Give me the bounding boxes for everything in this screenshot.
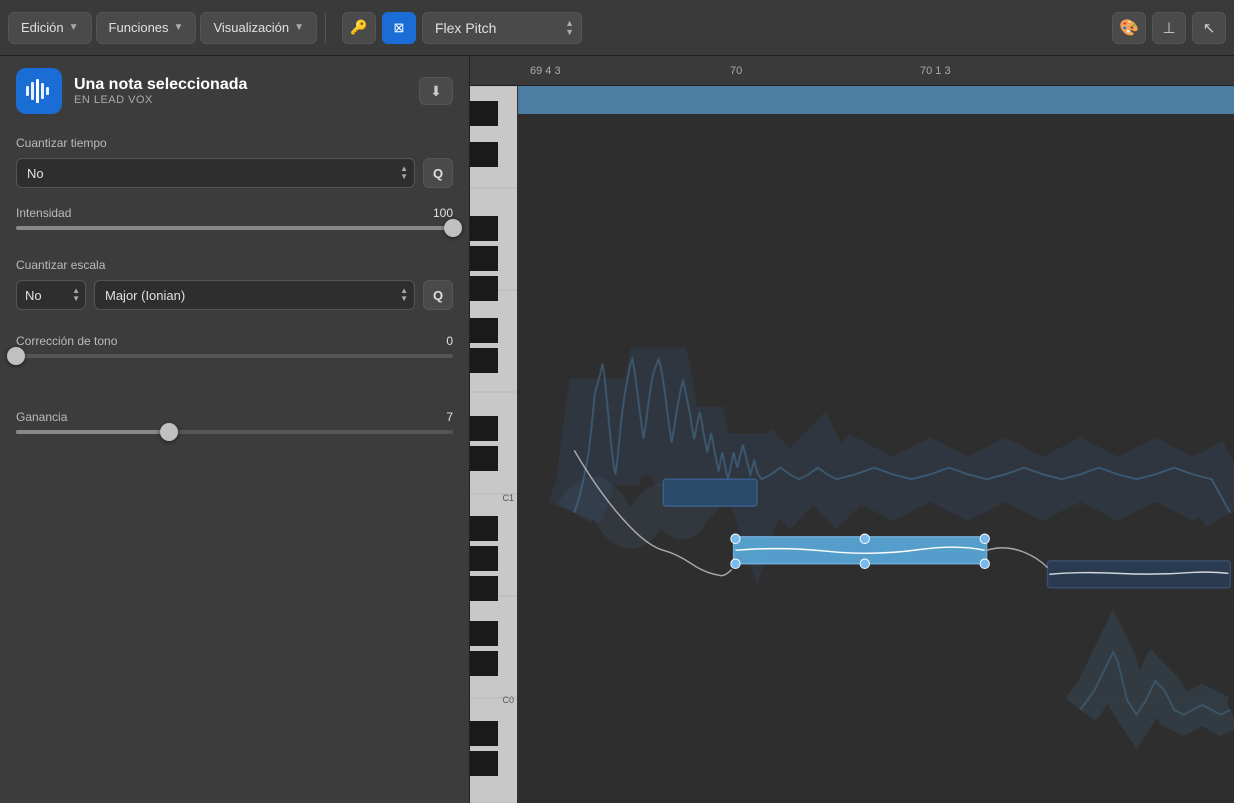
split-icon: ⊥ [1162,19,1175,37]
ganancia-section: Ganancia 7 [16,410,453,434]
edicion-chevron: ▼ [69,22,79,33]
funciones-menu[interactable]: Funciones ▼ [96,12,197,44]
control-dot-3 [980,534,989,544]
control-dot-6 [980,559,989,569]
control-dot-5 [860,559,869,569]
scale-type-select[interactable]: Major (Ionian) [94,280,415,310]
c1-label: C1 [502,493,514,503]
flex-pitch-select[interactable]: Flex Pitch [422,12,582,44]
ganancia-value: 7 [446,410,453,424]
ganancia-fill [16,430,169,434]
control-dot-1 [731,534,740,544]
ruler-mark-1: 70 [730,65,742,77]
q-button-escala[interactable]: Q [423,280,453,310]
region-bar [518,86,1234,114]
ruler-label-2: 70 1 3 [920,65,951,77]
ganancia-thumb[interactable] [160,423,178,441]
cuantizar-tiempo-select[interactable]: No [16,158,415,188]
cuantizar-tiempo-label: Cuantizar tiempo [16,136,453,150]
panel-header: Una nota seleccionada en LEAD VOX ⬇ [16,68,453,114]
cursor-icon-btn[interactable]: ↖ [1192,12,1226,44]
scale-type-wrapper: Major (Ionian) ▲▼ [94,280,415,310]
cuantizar-escala-label: Cuantizar escala [16,258,453,272]
intensidad-label: Intensidad [16,206,71,220]
intensidad-value: 100 [433,206,453,220]
intensidad-slider[interactable] [16,226,453,230]
correccion-value: 0 [446,334,453,348]
right-panel: 69 4 3 70 70 1 3 [470,56,1234,803]
download-icon: ⬇ [430,83,442,100]
piano-svg: C1 C0 [470,86,518,803]
piano-wave-area: C1 C0 [470,86,1234,803]
top-toolbar: Edición ▼ Funciones ▼ Visualización ▼ 🔑 … [0,0,1234,56]
scale-no-select[interactable]: No [16,280,86,310]
ruler-mark-0: 69 4 3 [530,65,561,77]
visualizacion-chevron: ▼ [294,22,304,33]
visualizacion-label: Visualización [213,20,289,35]
cuantizar-tiempo-wrapper: No ▲▼ [16,158,415,188]
ruler-label-0: 69 4 3 [530,65,561,77]
scale-row: No ▲▼ Major (Ionian) ▲▼ Q [16,280,453,310]
main-content: Una nota seleccionada en LEAD VOX ⬇ Cuan… [0,56,1234,803]
funciones-chevron: ▼ [174,22,184,33]
flex-icon: ⊠ [394,20,405,36]
cuantizar-escala-section: Cuantizar escala No ▲▼ Major (Ionian) ▲▼… [16,254,453,310]
scale-no-wrapper: No ▲▼ [16,280,86,310]
waveform-icon [16,68,62,114]
edicion-menu[interactable]: Edición ▼ [8,12,92,44]
quantize-time-row: No ▲▼ Q [16,158,453,188]
edicion-label: Edición [21,20,64,35]
waveform-area[interactable] [518,86,1234,803]
piano-keyboard: C1 C0 [470,86,518,803]
control-dot-2 [860,534,869,544]
ruler-label-1: 70 [730,65,742,77]
panel-title: Una nota seleccionada [74,76,247,94]
c0-label: C0 [502,695,514,705]
flex-pitch-wrapper: Flex Pitch ▲▼ [422,12,582,44]
palette-icon: 🎨 [1119,18,1139,38]
palette-icon-btn[interactable]: 🎨 [1112,12,1146,44]
intensidad-thumb[interactable] [444,219,462,237]
timeline-ruler: 69 4 3 70 70 1 3 [470,56,1234,86]
cuantizar-tiempo-section: Cuantizar tiempo No ▲▼ Q [16,132,453,206]
ganancia-slider[interactable] [16,430,453,434]
waveform-main-svg [518,114,1234,803]
ganancia-label-row: Ganancia 7 [16,410,453,424]
split-icon-btn[interactable]: ⊥ [1152,12,1186,44]
correccion-slider[interactable] [16,354,453,358]
pitch-block-1 [663,479,757,506]
correccion-thumb[interactable] [7,347,25,365]
key-icon-btn[interactable]: 🔑 [342,12,376,44]
flex-mode-btn[interactable]: ⊠ [382,12,416,44]
ruler-mark-2: 70 1 3 [920,65,951,77]
intensidad-fill [16,226,453,230]
correccion-section: Corrección de tono 0 [16,334,453,358]
correccion-label: Corrección de tono [16,334,117,348]
intensidad-label-row: Intensidad 100 [16,206,453,220]
ganancia-label: Ganancia [16,410,67,424]
panel-header-right: ⬇ [419,77,453,105]
correccion-label-row: Corrección de tono 0 [16,334,453,348]
cursor-icon: ↖ [1203,19,1216,37]
intensidad-section: Intensidad 100 [16,206,453,230]
key-icon: 🔑 [350,19,367,36]
q-button-tiempo[interactable]: Q [423,158,453,188]
toolbar-right: 🎨 ⊥ ↖ [1112,12,1226,44]
separator-1 [325,13,326,43]
visualizacion-menu[interactable]: Visualización ▼ [200,12,317,44]
left-panel: Una nota seleccionada en LEAD VOX ⬇ Cuan… [0,56,470,803]
panel-header-text: Una nota seleccionada en LEAD VOX [74,76,247,106]
funciones-label: Funciones [109,20,169,35]
panel-subtitle: en LEAD VOX [74,94,247,106]
control-dot-4 [731,559,740,569]
waveform-canvas [518,114,1234,803]
download-button[interactable]: ⬇ [419,77,453,105]
flex-pitch-group: 🔑 ⊠ Flex Pitch ▲▼ [342,12,582,44]
waveform-svg [24,76,54,106]
